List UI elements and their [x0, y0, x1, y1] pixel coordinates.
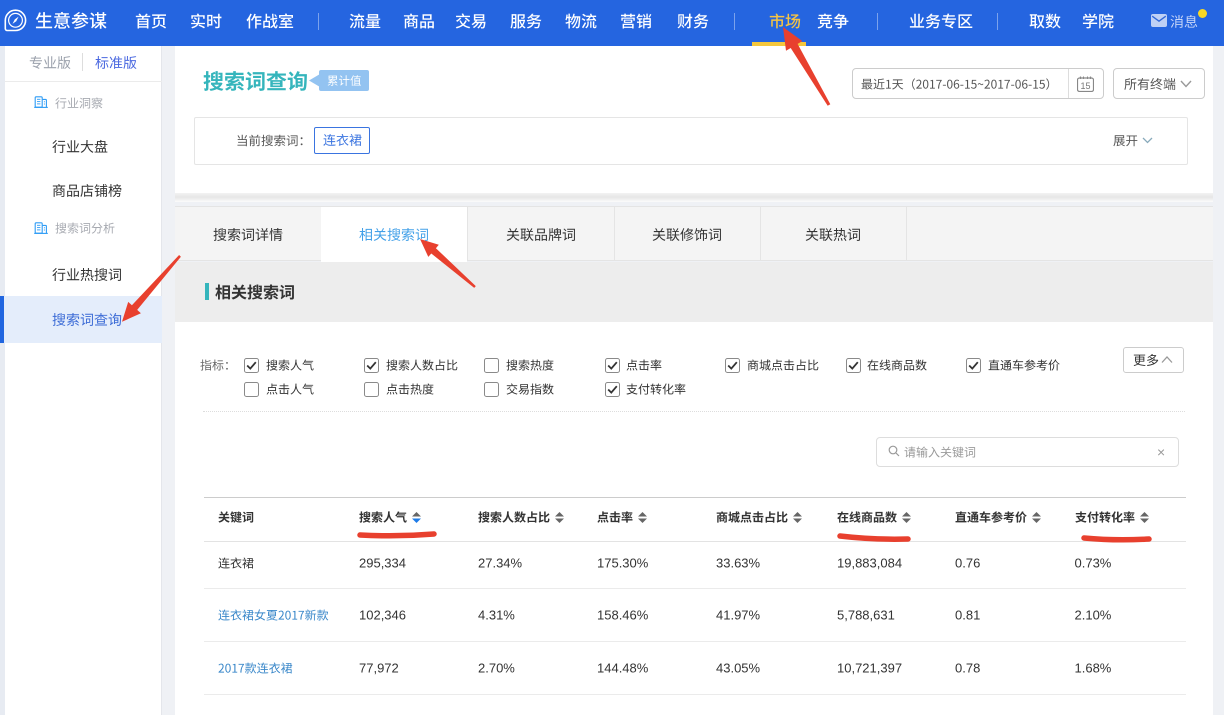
svg-text:15: 15 — [1080, 81, 1090, 91]
